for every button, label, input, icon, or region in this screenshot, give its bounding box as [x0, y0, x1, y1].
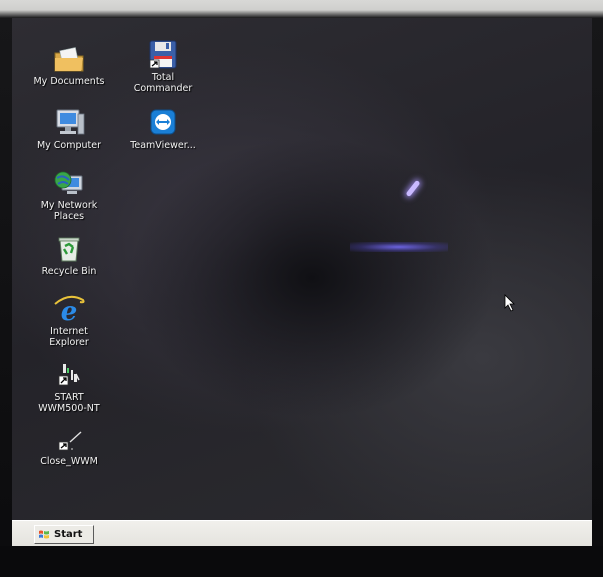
icon-label: Close_WWM	[40, 456, 98, 467]
shortcut-close-icon	[52, 424, 86, 454]
desktop-icon-internet-explorer[interactable]: e Internet Explorer	[21, 294, 117, 348]
icon-label: Recycle Bin	[41, 266, 97, 277]
desktop-icon-start-wwm500-nt[interactable]: START WWM500-NT	[21, 360, 117, 414]
svg-text:e: e	[61, 297, 78, 324]
icon-label: My Network Places	[40, 200, 98, 222]
mouse-pointer-icon	[504, 294, 515, 312]
floppy-disk-icon	[146, 40, 180, 70]
computer-monitor-icon	[52, 108, 86, 138]
recycle-bin-icon	[52, 234, 86, 264]
start-button[interactable]: Start	[34, 525, 94, 544]
teamviewer-icon	[146, 108, 180, 138]
taskbar: Start	[12, 520, 592, 547]
desktop: My Documents Total Commander My Computer…	[12, 18, 592, 563]
shortcut-app-icon	[52, 360, 86, 390]
desktop-icon-my-computer[interactable]: My Computer	[21, 108, 117, 151]
monitor-bezel	[0, 546, 603, 577]
internet-explorer-icon: e	[52, 294, 86, 327]
screen-glare	[405, 179, 421, 198]
desktop-icon-total-commander[interactable]: Total Commander	[115, 40, 211, 94]
desktop-icon-close-wwm[interactable]: Close_WWM	[21, 424, 117, 467]
monitor-photo: My Documents Total Commander My Computer…	[0, 0, 603, 577]
desktop-icon-recycle-bin[interactable]: Recycle Bin	[21, 234, 117, 277]
desktop-icon-my-network-places[interactable]: My Network Places	[21, 168, 117, 222]
desktop-icon-my-documents[interactable]: My Documents	[21, 44, 117, 87]
icon-label: My Computer	[36, 140, 102, 151]
icon-label: TeamViewer...	[130, 140, 196, 151]
icon-label: Internet Explorer	[49, 326, 89, 348]
folder-documents-icon	[52, 44, 86, 74]
screen-glare-band	[350, 242, 448, 252]
windows-flag-icon	[39, 530, 49, 539]
icon-label: My Documents	[33, 76, 105, 87]
network-globe-icon	[52, 168, 86, 198]
desktop-icon-teamviewer[interactable]: TeamViewer...	[115, 108, 211, 151]
icon-label: START WWM500-NT	[38, 392, 100, 414]
icon-label: Total Commander	[133, 72, 193, 94]
start-button-label: Start	[54, 529, 83, 540]
